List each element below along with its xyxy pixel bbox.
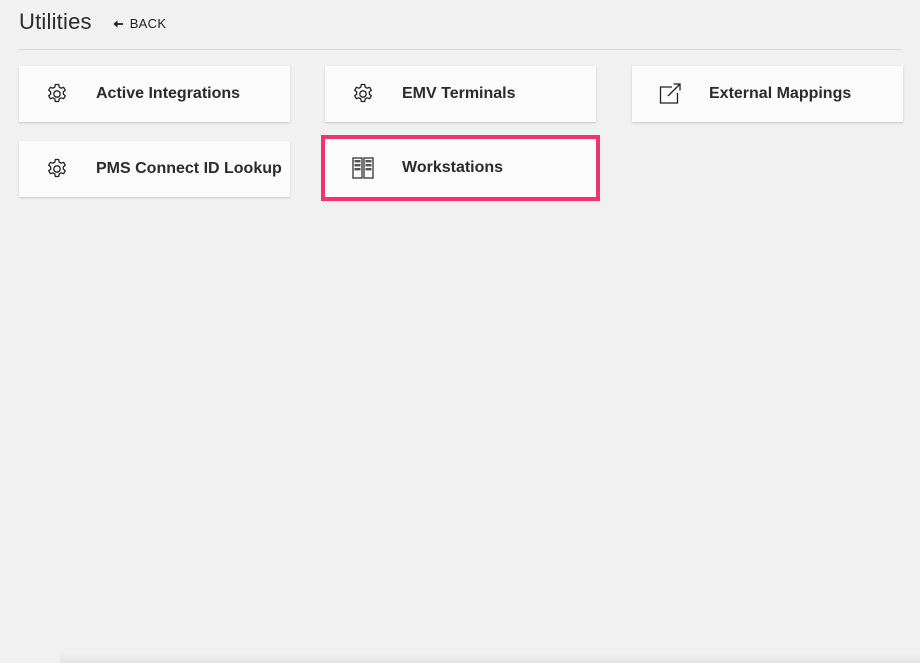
tile-workstations[interactable]: Workstations — [321, 135, 600, 201]
tile-active-integrations[interactable]: Active Integrations — [19, 66, 290, 122]
tile-label: Active Integrations — [96, 85, 241, 102]
tile-label: External Mappings — [709, 85, 852, 102]
back-label: BACK — [129, 16, 167, 31]
back-button[interactable]: BACK — [112, 16, 167, 31]
tile-emv-terminals[interactable]: EMV Terminals — [325, 66, 596, 122]
header-divider — [19, 49, 901, 50]
page-header: Utilities BACK — [19, 6, 166, 38]
gear-icon — [45, 157, 69, 181]
external-link-icon — [658, 82, 682, 106]
arrow-left-icon — [112, 18, 124, 30]
gear-icon — [351, 82, 375, 106]
tile-label: Workstations — [402, 159, 504, 176]
workstations-icon — [351, 156, 375, 180]
tile-external-mappings[interactable]: External Mappings — [632, 66, 903, 122]
page-title: Utilities — [19, 9, 92, 34]
tile-label: PMS Connect ID Lookup — [96, 160, 282, 177]
gear-icon — [45, 82, 69, 106]
tile-pms-connect-id-lookup[interactable]: PMS Connect ID Lookup — [19, 141, 290, 197]
bottom-shadow — [60, 653, 920, 663]
tile-label: EMV Terminals — [402, 85, 516, 102]
